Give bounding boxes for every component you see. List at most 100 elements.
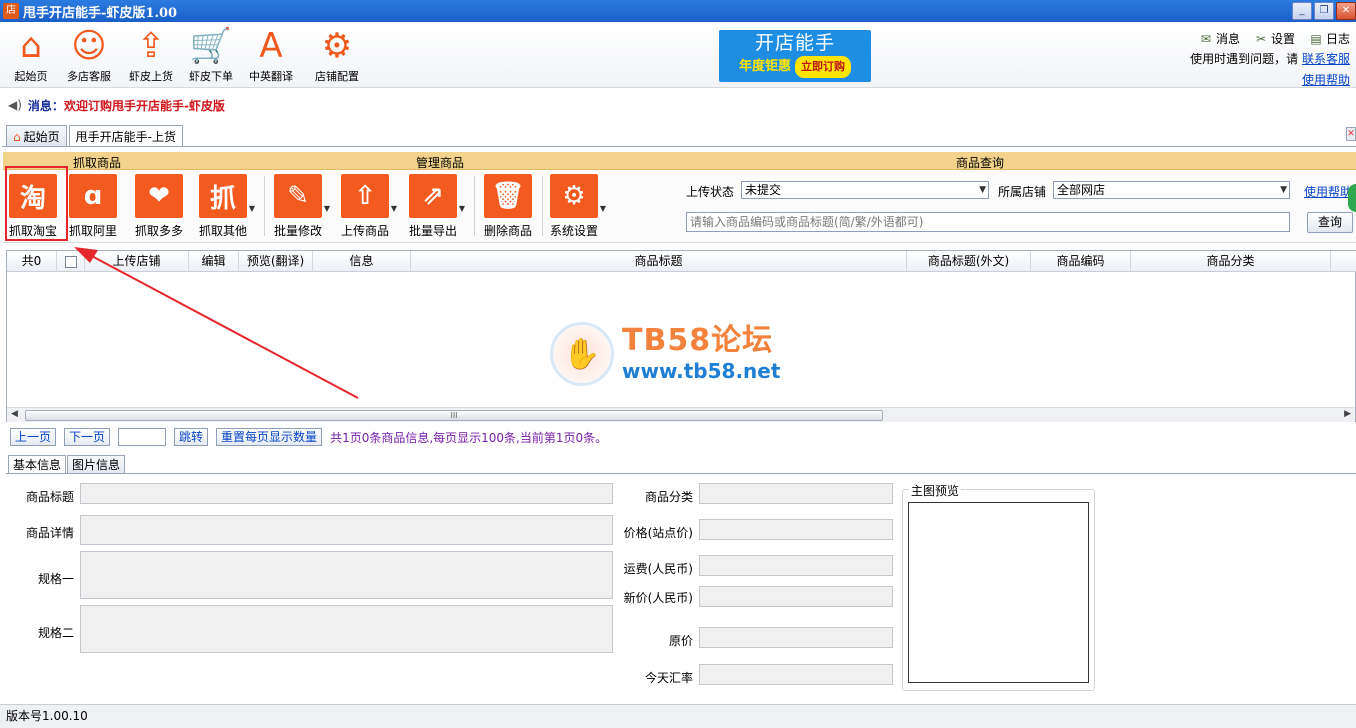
grab-other-icon: 抓: [199, 174, 247, 218]
title-field[interactable]: [80, 483, 613, 504]
shop-value: 全部网店: [1057, 183, 1106, 197]
spec-one-field[interactable]: [80, 551, 613, 599]
close-tab-icon[interactable]: ✕: [1346, 127, 1356, 141]
column-code[interactable]: 商品编码: [1031, 251, 1131, 272]
promo-banner[interactable]: 开店能手 年度钜惠 立即订购: [719, 30, 871, 82]
dropdown-arrow-icon[interactable]: ▼: [391, 204, 397, 213]
batch-export-button[interactable]: ⇗ 批量导出 ▼: [403, 174, 465, 239]
log-icon: ▤: [1310, 31, 1322, 46]
upload-icon: ⇧: [341, 174, 389, 218]
tab-basic-info[interactable]: 基本信息: [8, 455, 67, 474]
tab-image-info[interactable]: 图片信息: [67, 455, 126, 474]
delete-products-button[interactable]: 🗑 删除商品: [478, 174, 538, 239]
envelope-icon: ✉: [1200, 31, 1211, 46]
group-manage-label: 管理商品: [416, 156, 465, 170]
tab-start-page[interactable]: ⌂ 起始页: [6, 125, 67, 147]
dropdown-arrow-icon[interactable]: ▼: [249, 204, 255, 213]
ribbon-separator: [474, 176, 475, 236]
settings-link[interactable]: ✂ 设置: [1254, 30, 1295, 47]
grab-pinduoduo-button[interactable]: ❤ 抓取多多: [129, 174, 189, 239]
start-page-button[interactable]: ⌂ 起始页: [2, 26, 60, 84]
watermark: ✋ TB58论坛 www.tb58.net: [550, 322, 780, 386]
page-number-input[interactable]: [118, 428, 167, 446]
grab-other-label: 抓取其他: [198, 224, 247, 238]
spec-two-label: 规格二: [37, 626, 74, 640]
messages-link[interactable]: ✉ 消息: [1199, 30, 1240, 47]
title-bar: 店 甩手开店能手-虾皮版1.00 _ ❐ ✕: [0, 0, 1356, 22]
shopee-order-button[interactable]: 🛒 虾皮下单: [182, 26, 240, 84]
group-grab-label: 抓取商品: [73, 156, 122, 170]
scroll-left-icon[interactable]: ◀: [11, 409, 18, 419]
usage-help-link[interactable]: 使用帮助: [1302, 73, 1350, 87]
column-title[interactable]: 商品标题: [411, 251, 907, 272]
restore-button[interactable]: ❐: [1314, 2, 1334, 20]
original-price-label: 原价: [668, 634, 693, 648]
grab-alibaba-button[interactable]: ɑ 抓取阿里: [63, 174, 123, 239]
spec-two-field[interactable]: [80, 605, 613, 653]
scroll-right-icon[interactable]: ▶: [1344, 409, 1351, 419]
shop-config-button[interactable]: ⚙ 店铺配置: [308, 26, 366, 84]
jump-button[interactable]: 跳转: [174, 428, 209, 446]
column-info[interactable]: 信息: [313, 251, 411, 272]
shopee-listing-button[interactable]: ⇪ 虾皮上货: [122, 26, 180, 84]
shipping-field[interactable]: [699, 555, 893, 576]
minimize-button[interactable]: _: [1292, 2, 1312, 20]
system-settings-button[interactable]: ⚙ 系统设置 ▼: [544, 174, 606, 239]
exchange-rate-label: 今天汇率: [644, 671, 693, 685]
ribbon-separator: [264, 176, 265, 236]
query-help-link[interactable]: 使用帮助: [1304, 183, 1352, 200]
reset-page-size-button[interactable]: 重置每页显示数量: [216, 428, 323, 446]
banner-deal: 年度钜惠: [738, 59, 791, 74]
site-price-field[interactable]: [699, 519, 893, 540]
select-all-checkbox[interactable]: [64, 255, 77, 268]
upload-products-label: 上传商品: [340, 224, 389, 238]
grid-header: 共0 上传店铺 编辑 预览(翻译) 信息 商品标题 商品标题(外文) 商品编码 …: [7, 251, 1356, 272]
translate-icon: A: [259, 26, 283, 66]
query-button[interactable]: 查询: [1307, 212, 1353, 233]
search-input[interactable]: 请输入商品编码或商品标题(简/繁/外语都可): [686, 212, 1290, 232]
settings-label: 设置: [1270, 31, 1295, 46]
watermark-title: TB58论坛: [622, 323, 774, 358]
messages-label: 消息: [1215, 31, 1240, 46]
column-preview[interactable]: 预览(翻译): [239, 251, 313, 272]
log-link[interactable]: ▤ 日志: [1309, 30, 1350, 47]
pager: 上一页 下一页 跳转 重置每页显示数量 共1页0条商品信息,每页显示100条,当…: [10, 428, 607, 446]
multi-shop-service-button[interactable]: ☺ 多店客服: [60, 26, 118, 84]
group-query-label: 商品查询: [956, 156, 1005, 170]
floating-service-icon[interactable]: [1348, 184, 1356, 212]
detail-tabs: 基本信息 图片信息: [8, 455, 126, 474]
banner-cta[interactable]: 立即订购: [795, 56, 851, 78]
column-select-all[interactable]: [57, 251, 85, 272]
shipping-label: 运费(人民币): [623, 562, 693, 576]
dropdown-arrow-icon[interactable]: ▼: [600, 204, 606, 213]
shop-select[interactable]: 全部网店 ▼: [1053, 181, 1290, 199]
close-button[interactable]: ✕: [1336, 2, 1356, 20]
column-edit[interactable]: 编辑: [189, 251, 239, 272]
dropdown-arrow-icon[interactable]: ▼: [459, 204, 465, 213]
window-title: 甩手开店能手-虾皮版1.00: [23, 5, 178, 21]
upload-status-select[interactable]: 未提交 ▼: [741, 181, 989, 199]
scroll-thumb[interactable]: III: [25, 410, 883, 421]
next-page-button[interactable]: 下一页: [64, 428, 111, 446]
grab-other-button[interactable]: 抓 抓取其他 ▼: [193, 174, 255, 239]
translate-button[interactable]: A 中英翻译: [242, 26, 300, 84]
description-field[interactable]: [80, 515, 613, 545]
column-foreign-title[interactable]: 商品标题(外文): [907, 251, 1031, 272]
grab-alibaba-label: 抓取阿里: [68, 224, 117, 238]
message-bar: ◀) 消息： 欢迎订购甩手开店能手-虾皮版: [0, 94, 1356, 116]
category-field[interactable]: [699, 483, 893, 504]
upload-products-button[interactable]: ⇧ 上传商品 ▼: [335, 174, 397, 239]
new-price-field[interactable]: [699, 586, 893, 607]
column-category[interactable]: 商品分类: [1131, 251, 1331, 272]
column-upload-shop[interactable]: 上传店铺: [85, 251, 189, 272]
exchange-rate-field[interactable]: [699, 664, 893, 685]
prev-page-button[interactable]: 上一页: [10, 428, 57, 446]
home-icon: ⌂: [13, 129, 21, 144]
contact-service-link[interactable]: 联系客服: [1302, 52, 1350, 66]
tab-listing[interactable]: 甩手开店能手-上货: [68, 125, 183, 147]
batch-edit-button[interactable]: ✎ 批量修改 ▼: [268, 174, 330, 239]
horizontal-scrollbar[interactable]: ◀ III ▶: [7, 407, 1355, 422]
main-image-preview: [908, 502, 1089, 683]
dropdown-arrow-icon[interactable]: ▼: [324, 204, 330, 213]
original-price-field[interactable]: [699, 627, 893, 648]
